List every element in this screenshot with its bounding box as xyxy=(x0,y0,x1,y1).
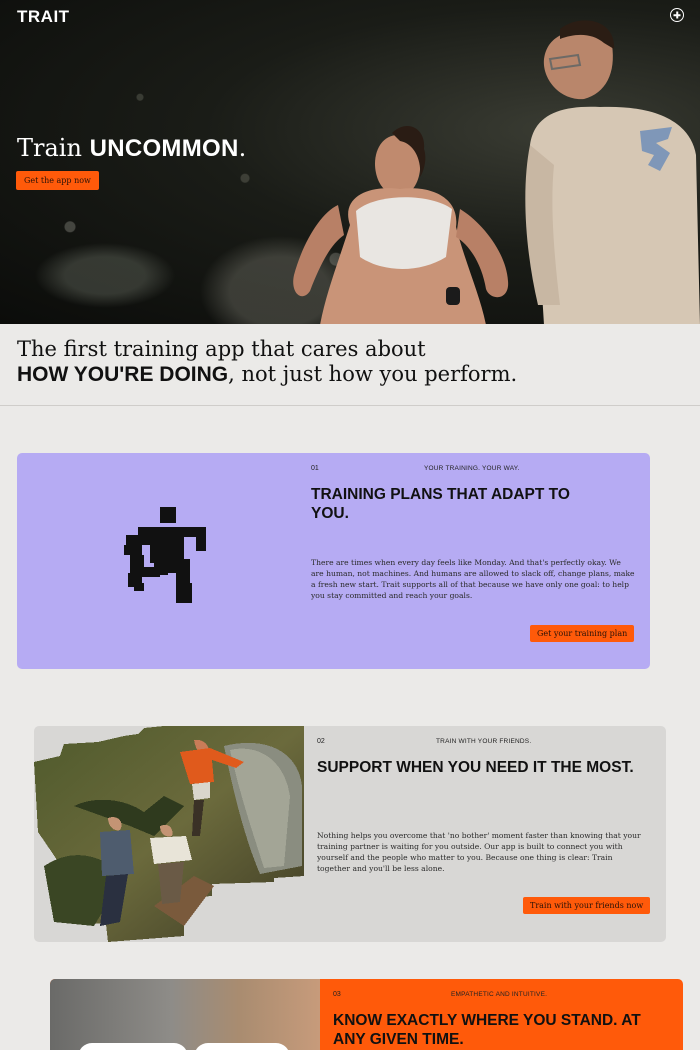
feature-card-friends: 02 TRAIN WITH YOUR FRIENDS. SUPPORT WHEN… xyxy=(34,726,666,942)
get-app-button[interactable]: Get the app now xyxy=(16,171,99,190)
card-title: KNOW EXACTLY WHERE YOU STAND. AT ANY GIV… xyxy=(333,1012,641,1048)
card-title: TRAINING PLANS THAT ADAPT TO YOU. xyxy=(311,486,570,522)
hero-title: Train UNCOMMON. xyxy=(17,134,246,163)
get-training-plan-button[interactable]: Get your training plan xyxy=(530,625,635,642)
train-with-friends-button[interactable]: Train with your friends now xyxy=(523,897,651,914)
runner-closeup-photo xyxy=(50,979,320,1050)
tagline-bold: HOW YOU'RE DOING xyxy=(17,363,229,386)
plus-circle-icon[interactable] xyxy=(670,8,684,22)
feature-card-training-plans: 01 YOUR TRAINING. YOUR WAY. TRAINING PLA… xyxy=(17,453,650,669)
card-number: 02 xyxy=(317,738,325,745)
card-number: 03 xyxy=(333,991,341,998)
card-body: There are times when every day feels lik… xyxy=(311,558,635,600)
card-title: SUPPORT WHEN YOU NEED IT THE MOST. xyxy=(317,759,634,776)
hero-section: TRAIT Train UNCOMMON. Get the app now xyxy=(0,0,700,324)
card-kicker: YOUR TRAINING. YOUR WAY. xyxy=(424,465,520,472)
running-figure-icon xyxy=(124,507,206,603)
card-number: 01 xyxy=(311,465,319,472)
hero-woman-runner-photo xyxy=(293,126,509,324)
tagline-rest: , not just how you perform. xyxy=(228,362,518,386)
trait-logo[interactable]: TRAIT xyxy=(17,7,70,27)
tagline-section: The first training app that cares about … xyxy=(0,324,700,406)
card-kicker: EMPATHETIC AND INTUITIVE. xyxy=(451,991,548,998)
app-ui-pill xyxy=(194,1043,290,1050)
hikers-photo xyxy=(34,726,304,942)
feature-card-empathetic: 03 EMPATHETIC AND INTUITIVE. KNOW EXACTL… xyxy=(50,979,683,1050)
hero-title-bold: UNCOMMON xyxy=(89,135,239,162)
hero-man-runner-photo xyxy=(525,20,700,324)
hero-title-suffix: . xyxy=(238,134,247,162)
card-body: Nothing helps you overcome that 'no both… xyxy=(317,831,641,873)
card-kicker: TRAIN WITH YOUR FRIENDS. xyxy=(436,738,532,745)
tagline-line-1: The first training app that cares about xyxy=(17,337,426,361)
hero-title-prefix: Train xyxy=(17,134,90,162)
tagline-line-2: HOW YOU'RE DOING, not just how you perfo… xyxy=(17,362,517,387)
app-ui-pill xyxy=(78,1043,188,1050)
